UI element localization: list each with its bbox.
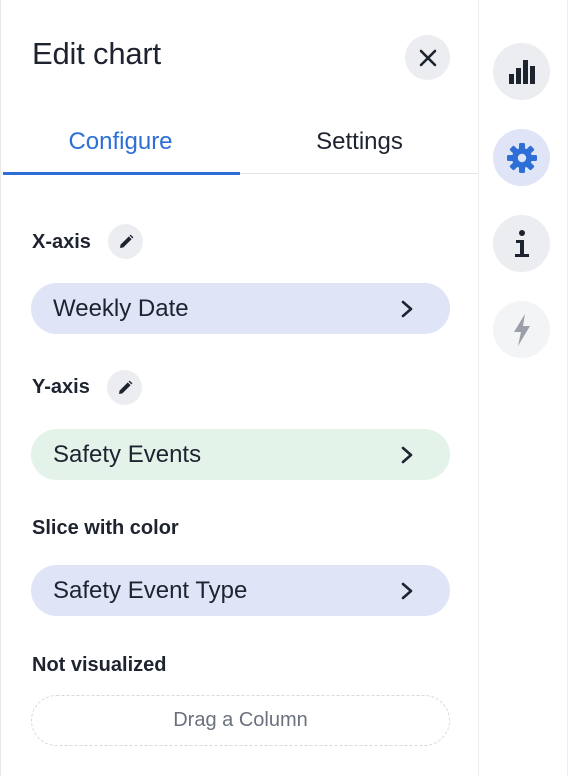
info-icon [514, 229, 529, 257]
slice-column-pill[interactable]: Safety Event Type [31, 565, 450, 616]
tab-settings[interactable]: Settings [240, 120, 479, 174]
slice-with-color-label: Slice with color [32, 517, 179, 539]
y-axis-column-pill[interactable]: Safety Events [31, 429, 450, 480]
info-button[interactable] [493, 215, 550, 272]
lightning-icon [513, 313, 530, 346]
x-axis-column-pill[interactable]: Weekly Date [31, 283, 450, 334]
chevron-right-icon [401, 446, 413, 464]
not-visualized-label: Not visualized [32, 654, 167, 676]
pencil-icon [118, 380, 132, 394]
panel-title: Edit chart [32, 36, 161, 71]
x-axis-column-name: Weekly Date [53, 294, 189, 322]
x-axis-label: X-axis [32, 231, 91, 253]
drag-column-drop-zone[interactable]: Drag a Column [31, 695, 450, 746]
x-axis-edit-button[interactable] [108, 224, 143, 259]
gear-icon [506, 142, 537, 173]
y-axis-column-name: Safety Events [53, 440, 202, 468]
tab-bar: Configure Settings [1, 120, 479, 175]
tab-configure[interactable]: Configure [1, 120, 240, 175]
pencil-icon [119, 234, 133, 248]
chevron-right-icon [401, 300, 413, 318]
edit-chart-panel: Edit chart Configure Settings X-axis Wee… [0, 0, 479, 776]
side-rail [478, 0, 568, 776]
chart-type-button[interactable] [493, 43, 550, 100]
insights-button[interactable] [493, 301, 550, 358]
close-button[interactable] [405, 35, 450, 80]
y-axis-label: Y-axis [32, 376, 90, 398]
y-axis-edit-button[interactable] [107, 370, 142, 405]
configure-settings-button[interactable] [493, 129, 550, 186]
bar-chart-icon [508, 59, 535, 84]
close-icon [419, 49, 436, 66]
slice-column-name: Safety Event Type [53, 576, 248, 604]
chevron-right-icon [401, 582, 413, 600]
